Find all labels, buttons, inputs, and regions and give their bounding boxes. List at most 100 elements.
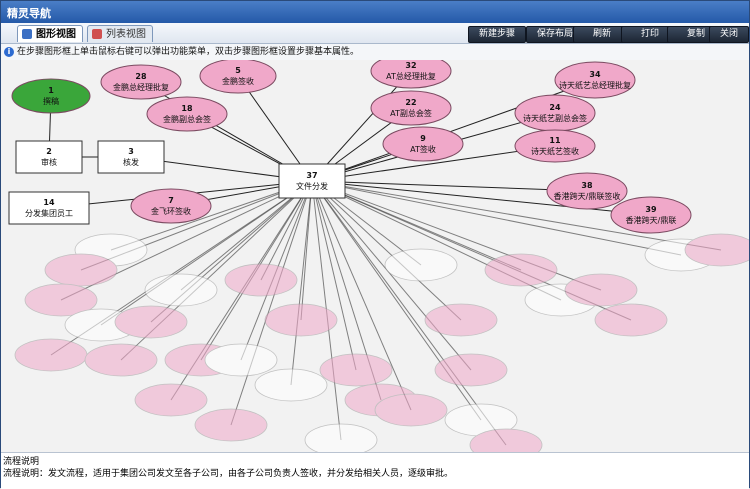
flow-node-label: 金鹏总经理批复 [113, 82, 169, 92]
status-description: 流程说明：发文流程，适用于集团公司发文至各子公司，由各子公司负责人签收，并分发给… [3, 469, 454, 479]
flow-node-shape [546, 172, 628, 210]
ghost-node [204, 343, 278, 377]
flow-node-2[interactable]: 2审核 [15, 140, 83, 174]
ghost-node [684, 233, 749, 267]
list-view-icon [92, 29, 102, 39]
toolbar: 图形视图 列表视图 新建步骤 保存布局 刷新 打印 复制 关闭 [1, 23, 749, 44]
graph-view-icon [22, 29, 32, 39]
flow-node-id: 39 [645, 205, 657, 214]
flow-node-label: AT总经理批复 [386, 71, 436, 81]
flow-node-label: 金鹏副总会签 [163, 114, 211, 124]
flow-node-label: 香港跨天/鼎联 [626, 215, 677, 225]
flow-node-id: 9 [420, 134, 426, 143]
flow-node-shape [278, 163, 346, 199]
flow-node-shape [8, 191, 90, 225]
flow-node-39[interactable]: 39香港跨天/鼎联 [610, 196, 692, 234]
flow-node-14[interactable]: 14分发集团员工 [8, 191, 90, 225]
flow-node-label: 金飞环签收 [151, 206, 191, 216]
flow-node-label: 金鹏签收 [222, 76, 254, 86]
ghost-node [264, 303, 338, 337]
flow-node-id: 32 [405, 61, 416, 70]
hint-text: 在步骤图形框上单击鼠标右键可以弹出功能菜单，双击步骤图形框设置步骤基本属性。 [17, 47, 360, 57]
flow-node-shape [554, 61, 636, 99]
hint-bar: i 在步骤图形框上单击鼠标右键可以弹出功能菜单，双击步骤图形框设置步骤基本属性。 [1, 44, 749, 60]
new-step-button[interactable]: 新建步骤 [468, 26, 526, 43]
flow-node-label: AT副总会签 [390, 108, 432, 118]
flow-node-5[interactable]: 5金鹏签收 [199, 60, 277, 94]
ghost-edge [300, 180, 313, 321]
flow-node-34[interactable]: 34诗天纸艺总经理批复 [554, 61, 636, 99]
ghost-node [44, 253, 118, 287]
flow-node-label: 诗天纸艺总经理批复 [559, 80, 631, 90]
flow-node-id: 22 [405, 98, 416, 107]
flow-node-shape [97, 140, 165, 174]
flow-node-id: 37 [306, 171, 317, 180]
flow-node-shape [146, 96, 228, 132]
flow-node-shape [382, 126, 464, 162]
window-title: 精灵导航 [7, 7, 51, 20]
ghost-node [319, 353, 393, 387]
close-button[interactable]: 关闭 [709, 26, 749, 43]
flow-node-1[interactable]: 1撰稿 [11, 78, 91, 114]
flow-node-id: 7 [168, 196, 174, 205]
flow-node-id: 24 [549, 103, 561, 112]
flow-node-label: 文件分发 [296, 181, 328, 191]
flow-node-shape [370, 90, 452, 126]
flow-node-label: 核发 [123, 157, 139, 167]
ghost-node [144, 273, 218, 307]
flow-node-shape [514, 129, 596, 163]
flow-canvas[interactable]: 1 撰稿 2 审核 3 核发 37 文件分发 14 分发集团员工 28 金鹏总经理批复 5 金鹏签收 18 金… [1, 60, 749, 452]
flow-node-32[interactable]: 32AT总经理批复 [370, 60, 452, 89]
ghost-node [434, 353, 508, 387]
flow-node-label: 撰稿 [43, 96, 59, 106]
status-bar: 流程说明 流程说明：发文流程，适用于集团公司发文至各子公司，由各子公司负责人签收… [1, 452, 749, 489]
flow-node-id: 38 [581, 181, 593, 190]
flow-node-7[interactable]: 7金飞环签收 [130, 188, 212, 224]
flow-node-22[interactable]: 22AT副总会签 [370, 90, 452, 126]
title-bar: 精灵导航 [1, 1, 749, 23]
flow-node-28[interactable]: 28金鹏总经理批复 [100, 64, 182, 100]
flow-node-24[interactable]: 24诗天纸艺副总会签 [514, 94, 596, 132]
ghost-node [424, 303, 498, 337]
tab-list-view-label: 列表视图 [106, 29, 146, 40]
flow-node-id: 14 [43, 198, 55, 207]
flow-node-3[interactable]: 3核发 [97, 140, 165, 174]
ghost-node [134, 383, 208, 417]
ghost-node [384, 248, 458, 282]
flow-node-shape [11, 78, 91, 114]
flow-node-label: 诗天纸艺副总会签 [523, 113, 587, 123]
flow-node-id: 2 [46, 147, 52, 156]
main-window: 精灵导航 图形视图 列表视图 新建步骤 保存布局 刷新 打印 复制 关闭 i 在… [0, 0, 750, 489]
flow-node-9[interactable]: 9AT签收 [382, 126, 464, 162]
flow-diagram: 1撰稿2审核3核发37文件分发14分发集团员工28金鹏总经理批复5金鹏签收18金… [8, 60, 749, 452]
flow-node-shape [130, 188, 212, 224]
ghost-node [14, 338, 88, 372]
flow-node-id: 28 [135, 72, 147, 81]
flow-node-label: 分发集团员工 [25, 208, 73, 218]
flow-node-shape [100, 64, 182, 100]
flow-node-shape [15, 140, 83, 174]
flow-node-37[interactable]: 37文件分发 [278, 163, 346, 199]
flow-node-label: AT签收 [410, 144, 436, 154]
ghost-node [114, 305, 188, 339]
tab-graph-view[interactable]: 图形视图 [17, 25, 83, 42]
flow-node-11[interactable]: 11诗天纸艺签收 [514, 129, 596, 163]
flow-node-id: 5 [235, 66, 241, 75]
info-icon: i [4, 47, 14, 57]
ghost-node [194, 408, 268, 442]
nodes-layer: 1撰稿2审核3核发37文件分发14分发集团员工28金鹏总经理批复5金鹏签收18金… [8, 60, 692, 234]
flow-node-id: 1 [48, 86, 54, 95]
ghost-node [564, 273, 638, 307]
tab-list-view[interactable]: 列表视图 [87, 25, 153, 42]
ghost-node [254, 368, 328, 402]
flow-node-label: 香港跨天/鼎联签收 [554, 191, 621, 201]
flow-node-18[interactable]: 18金鹏副总会签 [146, 96, 228, 132]
flow-node-id: 3 [128, 147, 134, 156]
ghost-node [84, 343, 158, 377]
ghost-node [224, 263, 298, 297]
ghost-node [304, 423, 378, 452]
flow-node-id: 11 [549, 136, 561, 145]
flow-node-38[interactable]: 38香港跨天/鼎联签收 [546, 172, 628, 210]
flow-node-shape [610, 196, 692, 234]
ghost-node [484, 253, 558, 287]
